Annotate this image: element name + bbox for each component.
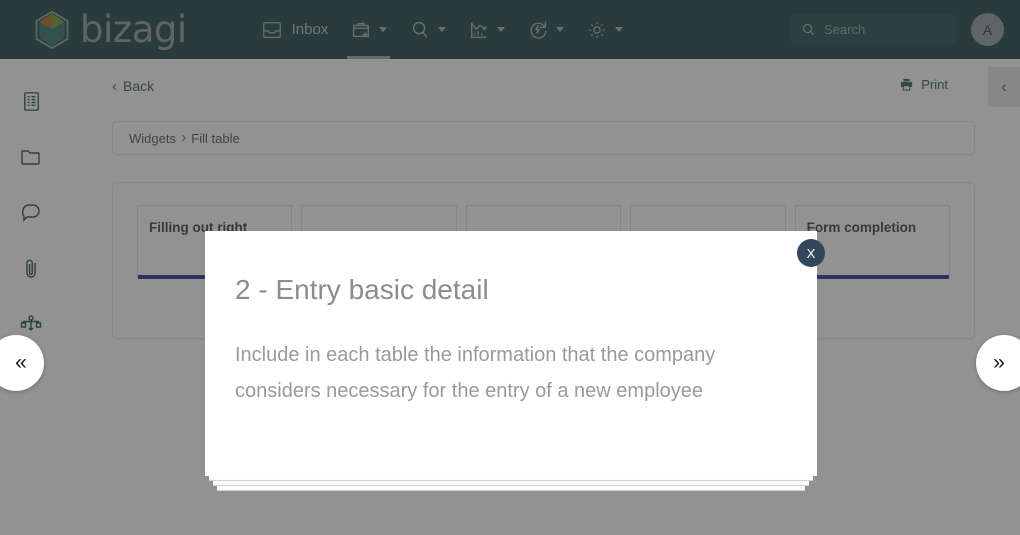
app-root: bizagi Inbox bbox=[0, 0, 1020, 535]
modal-stack-shadow bbox=[205, 476, 817, 491]
modal-title: 2 - Entry basic detail bbox=[235, 274, 489, 305]
help-modal: X 2 - Entry basic detail Include in each… bbox=[205, 231, 825, 476]
close-x-icon: X bbox=[806, 245, 816, 261]
help-modal-wrapper: X 2 - Entry basic detail Include in each… bbox=[205, 231, 825, 491]
modal-body-text: Include in each table the information th… bbox=[235, 344, 716, 402]
modal-stack-layer-3 bbox=[217, 486, 805, 491]
double-chevron-left-icon: « bbox=[15, 351, 27, 374]
double-chevron-right-icon: » bbox=[993, 351, 1005, 374]
modal-close-button[interactable]: X bbox=[797, 239, 825, 267]
